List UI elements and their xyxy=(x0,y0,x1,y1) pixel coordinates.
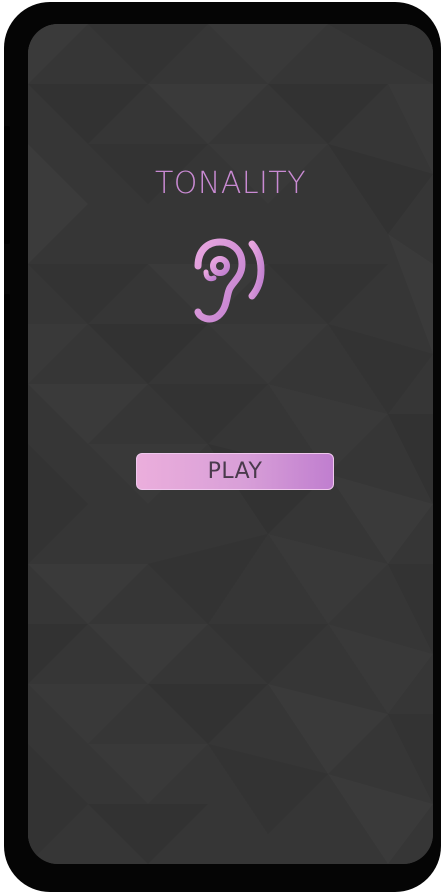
power-button xyxy=(4,294,10,340)
phone-frame: TONALITY PLAY xyxy=(4,2,441,892)
play-button[interactable]: PLAY xyxy=(136,453,334,490)
app-screen: TONALITY PLAY xyxy=(28,24,433,864)
ear-with-sound-waves-icon xyxy=(194,238,265,323)
background-pattern xyxy=(28,24,433,864)
app-title: TONALITY xyxy=(154,166,307,201)
volume-button xyxy=(4,126,10,244)
